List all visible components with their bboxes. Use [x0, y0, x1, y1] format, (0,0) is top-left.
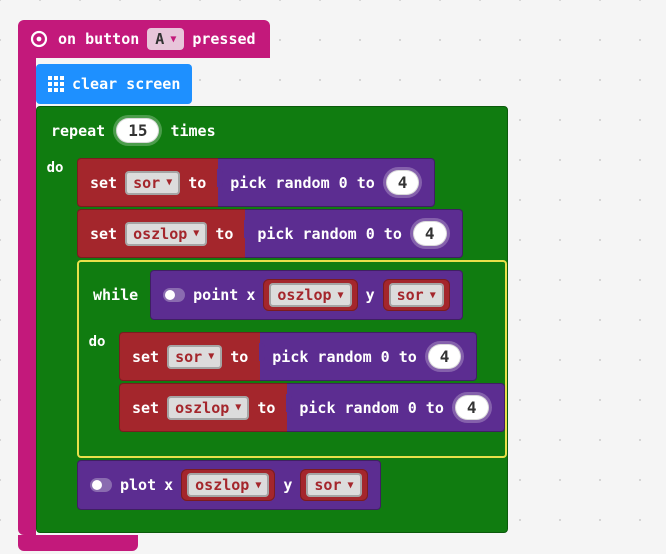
point-label: point [193, 286, 238, 304]
pick-random-limit-value[interactable]: 4 [455, 395, 489, 420]
button-dropdown-value: A [155, 30, 164, 48]
to-label: to [215, 225, 233, 243]
var-dropdown-sor[interactable]: sor ▼ [389, 283, 444, 307]
while-block[interactable]: while point x oszlop ▼ [77, 260, 507, 458]
plot-y-slot[interactable]: sor ▼ [300, 469, 367, 501]
set-label: set [90, 174, 117, 192]
var-dropdown-value: oszlop [175, 399, 229, 417]
pick-random-block[interactable]: pick random 0 to 4 [245, 209, 462, 258]
point-x-label: x [246, 286, 255, 304]
to-label: to [257, 399, 275, 417]
chevron-down-icon: ▼ [193, 228, 199, 239]
block-workspace[interactable]: on button A ▼ pressed c [18, 20, 508, 551]
event-label-suffix: pressed [192, 30, 255, 48]
pick-random-limit-slot[interactable]: 4 [452, 392, 492, 423]
plot-x-label: x [164, 476, 173, 494]
var-dropdown-oszlop[interactable]: oszlop ▼ [187, 473, 269, 497]
var-dropdown-value: sor [314, 476, 341, 494]
grid-icon [48, 76, 64, 92]
set-label: set [132, 348, 159, 366]
toggle-icon[interactable] [90, 478, 112, 492]
pick-random-limit-slot[interactable]: 4 [410, 218, 450, 249]
pick-random-limit-slot[interactable]: 4 [425, 341, 465, 372]
while-spine: do [79, 328, 115, 438]
pick-random-limit-slot[interactable]: 4 [383, 167, 423, 198]
pick-random-block[interactable]: pick random 0 to 4 [260, 332, 477, 381]
var-dropdown-value: sor [397, 286, 424, 304]
point-x-slot[interactable]: oszlop ▼ [263, 279, 357, 311]
chevron-down-icon: ▼ [348, 480, 354, 491]
button-dropdown[interactable]: A ▼ [147, 28, 184, 50]
while-label: while [93, 286, 138, 304]
var-dropdown-value: oszlop [195, 476, 249, 494]
plot-y-label: y [283, 476, 292, 494]
set-oszlop-block-2[interactable]: set oszlop ▼ to pick [119, 383, 505, 432]
repeat-times-label: times [170, 122, 215, 140]
clear-screen-label: clear screen [72, 75, 180, 93]
chevron-down-icon: ▼ [208, 351, 214, 362]
var-dropdown-value: sor [133, 174, 160, 192]
event-block-spine [18, 58, 36, 535]
point-block[interactable]: point x oszlop ▼ y [150, 270, 463, 320]
while-foot [79, 438, 505, 456]
point-y-slot[interactable]: sor ▼ [383, 279, 450, 311]
set-label: set [132, 399, 159, 417]
var-dropdown-sor[interactable]: sor ▼ [167, 345, 222, 369]
repeat-count-value[interactable]: 15 [116, 118, 159, 143]
pick-random-limit-value[interactable]: 4 [386, 170, 420, 195]
chevron-down-icon: ▼ [166, 177, 172, 188]
chevron-down-icon: ▼ [170, 34, 176, 45]
var-dropdown-value: oszlop [277, 286, 331, 304]
plot-label: plot [120, 476, 156, 494]
var-dropdown-value: sor [175, 348, 202, 366]
var-dropdown-oszlop[interactable]: oszlop ▼ [269, 283, 351, 307]
repeat-label: repeat [51, 122, 105, 140]
point-y-label: y [366, 286, 375, 304]
pick-random-label: pick random 0 to [230, 174, 375, 192]
set-label: set [90, 225, 117, 243]
pick-random-block[interactable]: pick random 0 to 4 [218, 158, 435, 207]
set-sor-block-2[interactable]: set sor ▼ to pick ra [119, 332, 477, 381]
plot-block[interactable]: plot x oszlop ▼ y sor [77, 460, 381, 510]
repeat-foot [37, 514, 507, 532]
repeat-count-slot[interactable]: 15 [113, 115, 162, 146]
on-button-pressed-block[interactable]: on button A ▼ pressed [18, 20, 270, 58]
pick-random-limit-value[interactable]: 4 [413, 221, 447, 246]
repeat-block[interactable]: repeat 15 times do set [36, 106, 508, 533]
chevron-down-icon: ▼ [255, 480, 261, 491]
pick-random-label: pick random 0 to [272, 348, 417, 366]
chevron-down-icon: ▼ [338, 290, 344, 301]
pick-random-block[interactable]: pick random 0 to 4 [287, 383, 504, 432]
to-label: to [188, 174, 206, 192]
var-dropdown-value: oszlop [133, 225, 187, 243]
repeat-spine: do [37, 154, 73, 514]
event-target-icon [30, 30, 48, 48]
set-oszlop-block-1[interactable]: set oszlop ▼ to pick random 0 to [77, 209, 463, 258]
pick-random-limit-value[interactable]: 4 [428, 344, 462, 369]
chevron-down-icon: ▼ [235, 402, 241, 413]
var-dropdown-sor[interactable]: sor ▼ [306, 473, 361, 497]
pick-random-label: pick random 0 to [257, 225, 402, 243]
var-dropdown-sor[interactable]: sor ▼ [125, 171, 180, 195]
chevron-down-icon: ▼ [430, 290, 436, 301]
plot-x-slot[interactable]: oszlop ▼ [181, 469, 275, 501]
var-dropdown-oszlop[interactable]: oszlop ▼ [167, 396, 249, 420]
repeat-do-label: do [47, 160, 64, 176]
to-label: to [230, 348, 248, 366]
var-dropdown-oszlop[interactable]: oszlop ▼ [125, 222, 207, 246]
toggle-icon[interactable] [163, 288, 185, 302]
pick-random-label: pick random 0 to [299, 399, 444, 417]
event-block-foot [18, 535, 138, 551]
while-do-label: do [89, 334, 106, 350]
event-label-prefix: on button [58, 30, 139, 48]
set-sor-block-1[interactable]: set sor ▼ to pick random 0 to 4 [77, 158, 435, 207]
clear-screen-block[interactable]: clear screen [36, 64, 192, 104]
